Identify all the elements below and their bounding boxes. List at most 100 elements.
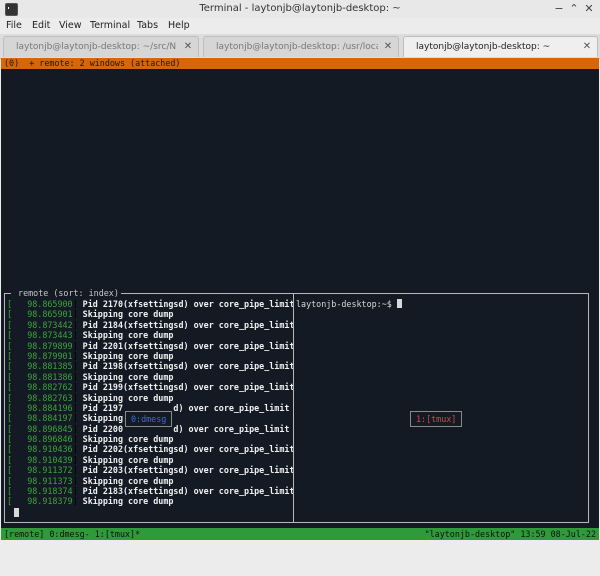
log-timestamp: 98.910436: [27, 444, 73, 455]
window-title: Terminal - laytonjb@laytonjb-desktop: ~: [199, 3, 401, 14]
log-bracket: [: [7, 434, 13, 445]
log-bracket: [: [7, 392, 13, 403]
shell-prompt: laytonjb-desktop:~$: [296, 299, 402, 309]
tab-close-icon[interactable]: ✕: [183, 42, 193, 52]
log-message: Skipping: [82, 413, 124, 424]
log-message: Pid 2197 d) over core_pipe_limit: [82, 402, 290, 413]
log-timestamp: 98.873443: [27, 330, 73, 341]
log-message: Skipping core dump: [82, 371, 174, 382]
tab-usr-local[interactable]: laytonjb@laytonjb-desktop: /usr/local/m.…: [203, 36, 399, 57]
log-timestamp: 98.881386: [27, 371, 73, 382]
tab-label: laytonjb@laytonjb-desktop: ~: [416, 42, 551, 52]
log-line: [ 98.910439] Skipping core dump: [7, 454, 174, 465]
close-icon[interactable]: ✕: [582, 2, 596, 16]
minimize-icon[interactable]: −: [552, 2, 566, 16]
status-windows: [remote] 0:dmesg- 1:[tmux]*: [4, 529, 141, 539]
log-bracket: [: [7, 350, 13, 361]
log-timestamp: 98.865901: [27, 309, 73, 320]
log-line: [ 98.873443] Skipping core dump: [7, 330, 174, 341]
log-timestamp: 98.884197: [27, 413, 73, 424]
terminal-area[interactable]: (0) + remote: 2 windows (attached) remot…: [1, 58, 599, 540]
tab-close-icon[interactable]: ✕: [383, 42, 393, 52]
log-bracket: [: [7, 496, 13, 507]
log-message: Skipping core dump: [82, 434, 174, 445]
log-message: Skipping core dump: [82, 350, 174, 361]
window-label-tmux[interactable]: 1:[tmux]: [410, 411, 463, 427]
log-line: [ 98.879901] Skipping core dump: [7, 350, 174, 361]
log-message: Pid 2203(xfsettingsd) over core_pipe_lim…: [82, 465, 293, 476]
menu-view[interactable]: View: [59, 20, 82, 31]
tab-npb3[interactable]: laytonjb@laytonjb-desktop: ~/src/NPB3...…: [3, 36, 199, 57]
log-bracket: [: [7, 330, 13, 341]
log-bracket: [: [7, 413, 13, 424]
log-message: Pid 2201(xfsettingsd) over core_pipe_lim…: [82, 340, 293, 351]
window-label-dmesg[interactable]: 0:dmesg: [125, 411, 173, 427]
menu-tabs[interactable]: Tabs: [137, 20, 158, 31]
pane-divider: [293, 294, 294, 522]
log-timestamp: 98.918374: [27, 486, 73, 497]
log-line: [ 98.918374] Pid 2183(xfsettingsd) over …: [7, 486, 293, 497]
log-message: Pid 2183(xfsettingsd) over core_pipe_lim…: [82, 486, 293, 497]
tmux-top-status: (0) + remote: 2 windows (attached): [1, 58, 599, 69]
log-message: Skipping core dump: [82, 330, 174, 341]
tmux-bottom-status: [remote] 0:dmesg- 1:[tmux]* "laytonjb-de…: [1, 528, 599, 540]
log-timestamp: 98.910439: [27, 454, 73, 465]
log-bracket: [: [7, 465, 13, 476]
tab-home[interactable]: laytonjb@laytonjb-desktop: ~ ✕: [403, 36, 598, 57]
log-message: Pid 2170(xfsettingsd) over core_pipe_lim…: [82, 299, 293, 309]
menu-terminal[interactable]: Terminal: [90, 20, 130, 31]
menu-help[interactable]: Help: [168, 20, 190, 31]
tab-label: laytonjb@laytonjb-desktop: ~/src/NPB3...…: [16, 42, 176, 52]
log-bracket: [: [7, 319, 13, 330]
log-line: [ 98.865901] Skipping core dump: [7, 309, 174, 320]
tab-close-icon[interactable]: ✕: [582, 42, 592, 52]
log-message: Skipping core dump: [82, 475, 174, 486]
prompt-text: laytonjb-desktop:~$: [296, 299, 397, 309]
log-message: Pid 2202(xfsettingsd) over core_pipe_lim…: [82, 444, 293, 455]
log-bracket: [: [7, 475, 13, 486]
log-bracket: [: [7, 299, 13, 309]
maximize-icon[interactable]: ⌃: [567, 2, 581, 16]
log-line: [ 98.881386] Skipping core dump: [7, 371, 174, 382]
log-line: [ 98.911372] Pid 2203(xfsettingsd) over …: [7, 465, 293, 476]
log-timestamp: 98.879899: [27, 340, 73, 351]
log-timestamp: 98.918379: [27, 496, 73, 507]
log-timestamp: 98.896846: [27, 434, 73, 445]
menu-file[interactable]: File: [6, 20, 22, 31]
title-bar[interactable]: Terminal - laytonjb@laytonjb-desktop: ~ …: [0, 0, 600, 18]
dmesg-log: [ 98.865900] Pid 2170(xfsettingsd) over …: [7, 299, 293, 507]
log-bracket: [: [7, 486, 13, 497]
log-line: [ 98.918379] Skipping core dump: [7, 496, 174, 507]
log-line: [ 98.873442] Pid 2184(xfsettingsd) over …: [7, 319, 293, 330]
log-timestamp: 98.865900: [27, 299, 73, 309]
status-host-time: "laytonjb-desktop" 13:59 08-Jul-22: [424, 529, 596, 539]
log-message: Skipping core dump: [82, 392, 174, 403]
log-line: [ 98.911373] Skipping core dump: [7, 475, 174, 486]
log-bracket: [: [7, 309, 13, 320]
log-timestamp: 98.911372: [27, 465, 73, 476]
log-line: [ 98.865900] Pid 2170(xfsettingsd) over …: [7, 299, 293, 309]
tab-bar: laytonjb@laytonjb-desktop: ~/src/NPB3...…: [0, 34, 600, 59]
log-bracket: [: [7, 444, 13, 455]
log-line: [ 98.882762] Pid 2199(xfsettingsd) over …: [7, 382, 293, 393]
tmux-tree-preview: remote (sort: index) [ 98.865900] Pid 21…: [4, 288, 589, 523]
menu-edit[interactable]: Edit: [32, 20, 50, 31]
log-line: [ 98.881385] Pid 2198(xfsettingsd) over …: [7, 361, 293, 372]
log-timestamp: 98.896845: [27, 423, 73, 434]
log-bracket: [: [7, 340, 13, 351]
log-timestamp: 98.882763: [27, 392, 73, 403]
menu-bar: File Edit View Terminal Tabs Help: [0, 18, 600, 34]
log-bracket: [: [7, 361, 13, 372]
terminal-window: Terminal - laytonjb@laytonjb-desktop: ~ …: [0, 0, 600, 541]
log-message: Skipping core dump: [82, 454, 174, 465]
log-bracket: [: [7, 423, 13, 434]
text-cursor: [396, 299, 402, 308]
log-timestamp: 98.873442: [27, 319, 73, 330]
log-bracket: [: [7, 382, 13, 393]
log-line: [ 98.896846] Skipping core dump: [7, 434, 174, 445]
log-timestamp: 98.881385: [27, 361, 73, 372]
log-line: [ 98.879899] Pid 2201(xfsettingsd) over …: [7, 340, 293, 351]
log-timestamp: 98.884196: [27, 402, 73, 413]
log-message: Skipping core dump: [82, 496, 174, 507]
log-message: Pid 2184(xfsettingsd) over core_pipe_lim…: [82, 319, 293, 330]
